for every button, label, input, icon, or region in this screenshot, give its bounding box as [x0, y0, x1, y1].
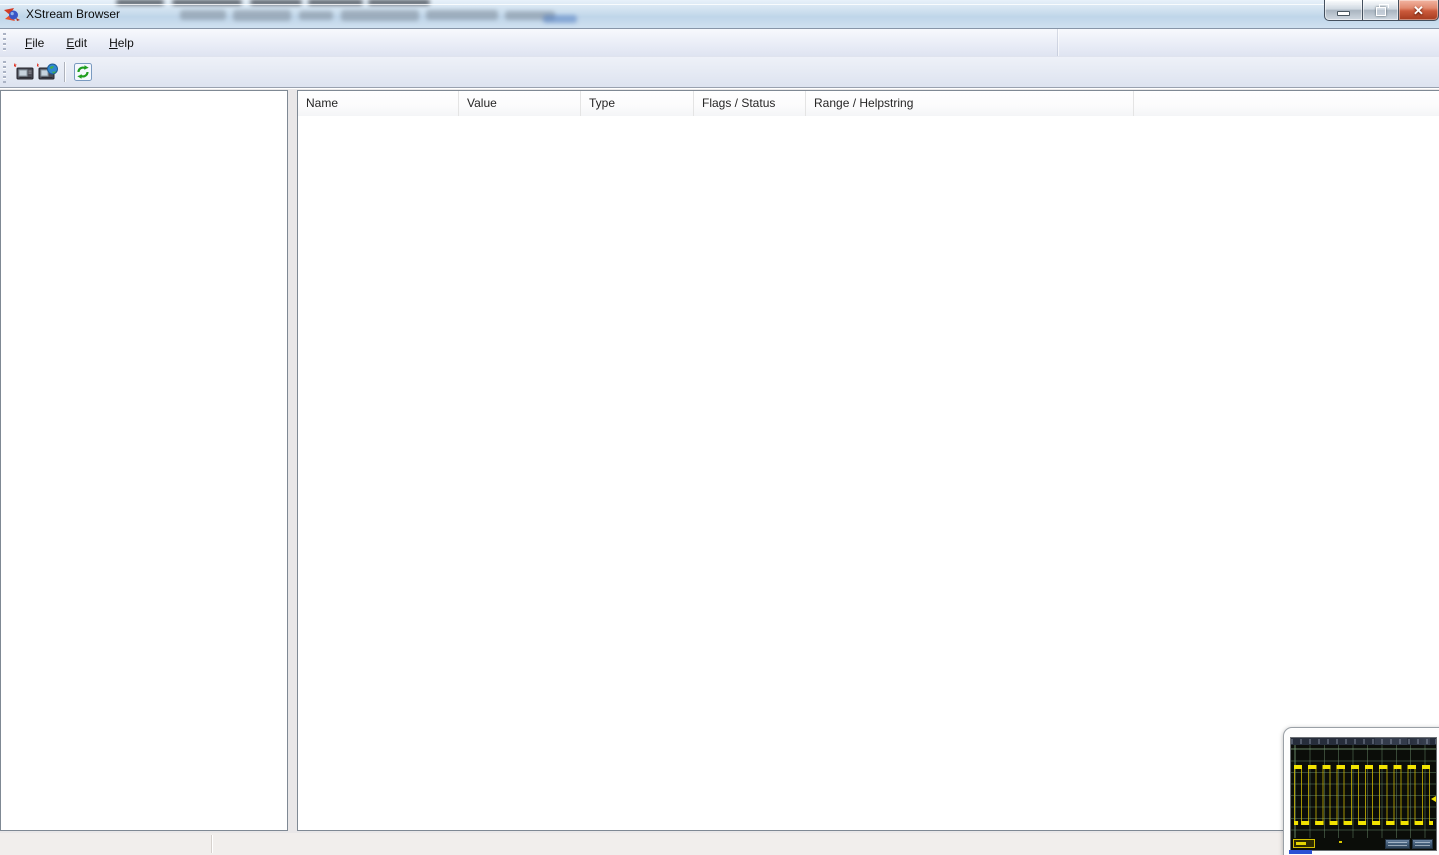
titlebar-blur-artifact [180, 10, 226, 20]
close-icon: ✕ [1413, 2, 1424, 18]
titlebar-blur-artifact [426, 10, 498, 20]
status-section-left [0, 833, 211, 855]
menu-item-file[interactable]: File [14, 32, 55, 54]
titlebar-highlight [0, 4, 1439, 5]
restore-button[interactable] [1362, 0, 1399, 21]
connect-network-scope-button[interactable]: * [36, 60, 60, 84]
menubar-gripper[interactable] [3, 33, 6, 52]
menu-item-help[interactable]: Help [98, 32, 145, 54]
refresh-icon [74, 63, 92, 81]
toolbar-separator [64, 62, 65, 82]
scope-menustrip [1291, 738, 1436, 745]
close-button[interactable]: ✕ [1399, 0, 1439, 21]
list-body[interactable] [298, 116, 1439, 830]
titlebar-blur-artifact [543, 15, 577, 23]
trigger-level-marker [1431, 796, 1436, 802]
menubar: File Edit Help [0, 29, 1439, 57]
square-wave-edges [1294, 766, 1433, 824]
status-bar [0, 833, 1439, 855]
list-header: Name Value Type Flags / Status Range / H… [298, 91, 1439, 117]
titlebar: XStream Browser ✕ [0, 0, 1439, 29]
scope-screen [1290, 737, 1437, 851]
column-header-flags-status[interactable]: Flags / Status [694, 91, 806, 116]
app-window: XStream Browser ✕ File Edit Help Name Va… [0, 0, 1439, 855]
device-tree-panel[interactable] [0, 90, 288, 831]
minimize-button[interactable] [1324, 0, 1362, 21]
connect-scope-button[interactable]: * [12, 60, 36, 84]
scope-taskbar-strip [1289, 850, 1312, 854]
toolbar: * * [0, 57, 1439, 88]
titlebar-blur-artifact [341, 10, 419, 21]
restore-icon [1375, 3, 1389, 16]
toolbar-gripper[interactable] [3, 61, 6, 83]
connect-scope-icon: * [14, 63, 33, 79]
column-header-range-helpstring[interactable]: Range / Helpstring [806, 91, 1134, 116]
trigger-position-tick [1339, 841, 1342, 843]
column-header-type[interactable]: Type [581, 91, 694, 116]
window-title: XStream Browser [26, 7, 121, 21]
scope-preview-window[interactable] [1283, 727, 1439, 855]
refresh-button[interactable] [71, 60, 95, 84]
column-header-name[interactable]: Name [298, 91, 459, 116]
property-list-panel: Name Value Type Flags / Status Range / H… [297, 90, 1439, 831]
connect-network-scope-icon: * [37, 62, 58, 80]
square-wave-high-level [1294, 765, 1433, 769]
square-wave-low-level [1294, 821, 1433, 825]
trigger-descriptor-box [1412, 839, 1433, 849]
timebase-descriptor-box [1385, 839, 1410, 849]
window-controls: ✕ [1324, 0, 1439, 21]
menu-item-edit[interactable]: Edit [55, 32, 98, 54]
titlebar-blur-artifact [299, 11, 333, 20]
column-header-value[interactable]: Value [459, 91, 581, 116]
xstream-app-icon [4, 8, 20, 21]
minimize-icon [1337, 10, 1350, 16]
titlebar-blur-artifact [233, 10, 291, 21]
status-section-right [212, 833, 1439, 855]
channel-descriptor-box [1293, 839, 1315, 848]
column-header-filler [1134, 91, 1439, 116]
